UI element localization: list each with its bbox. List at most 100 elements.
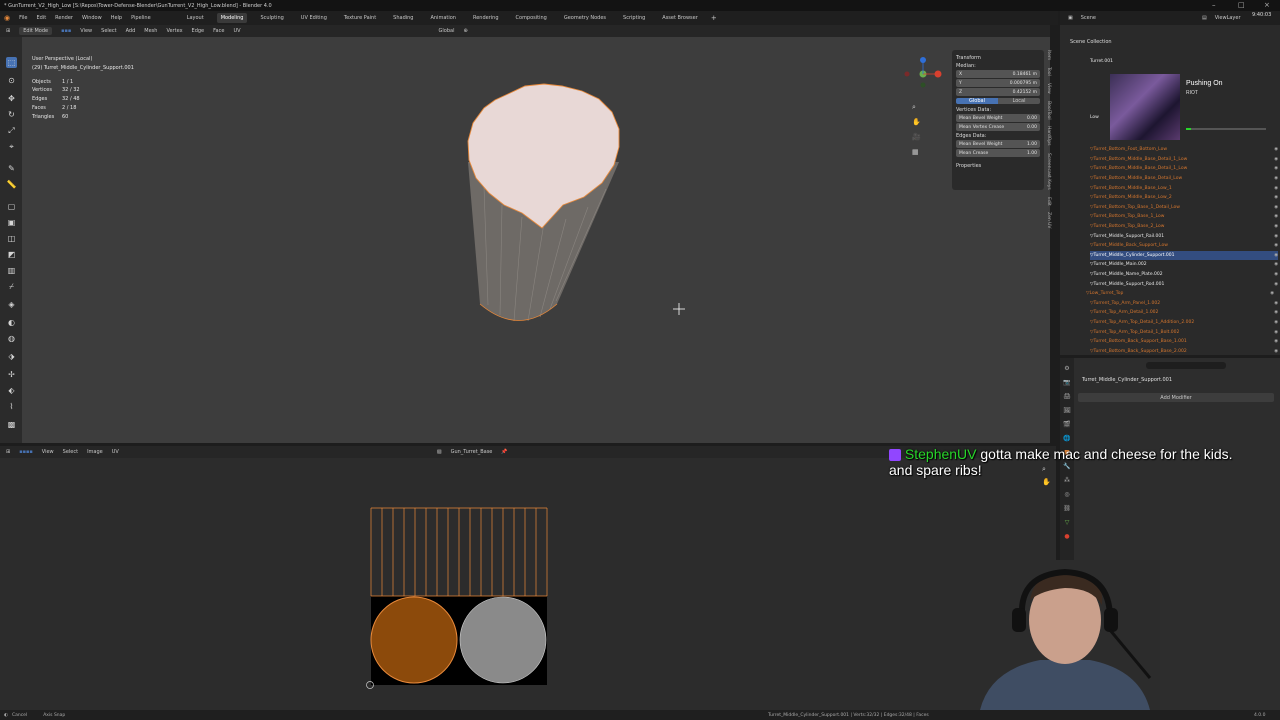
outliner-row[interactable]: ▽ Turrent_Top_Arm_Panel_1.002 ◉ [1090,299,1278,309]
viewport-canvas[interactable] [22,37,1050,443]
mean-crease-field[interactable]: Mean Crease 1.00 [956,149,1040,157]
uv-editor-canvas[interactable]: ⌕ ✋ [0,458,1056,710]
tab-hardops[interactable]: HardOps [1046,126,1051,146]
uv-strip-edges[interactable] [370,507,548,597]
menu-vertex[interactable]: Vertex [166,28,182,34]
poly-build-tool-icon[interactable]: ◈ [6,299,17,310]
material-props-icon[interactable]: ● [1060,530,1074,544]
pan-hand-icon[interactable]: ✋ [912,115,921,130]
tab-item[interactable]: Item [1046,50,1051,60]
visibility-eye-icon[interactable]: ◉ [1274,157,1278,162]
select-tool-icon[interactable]: ⬚ [6,57,17,68]
physics-props-icon[interactable]: ◎ [1060,488,1074,502]
pin-icon[interactable]: 📌 [501,449,507,455]
tab-booltool[interactable]: BoolTool [1046,101,1051,120]
edge-slide-tool-icon[interactable]: ⬗ [6,351,17,362]
menu-file[interactable]: File [19,15,27,21]
select-mode-icons[interactable]: ▪▪▪ [61,28,71,34]
measure-tool-icon[interactable]: 📏 [6,179,17,190]
menu-mesh[interactable]: Mesh [144,28,157,34]
visibility-eye-icon[interactable]: ◉ [1274,214,1278,219]
visibility-eye-icon[interactable]: ◉ [1274,310,1278,315]
scene-name[interactable]: Scene [1081,15,1096,21]
outliner-row[interactable]: ▽ Turret_Bottom_Top_Base_1_Low ◉ [1090,212,1278,222]
menu-select[interactable]: Select [101,28,116,34]
outliner-row[interactable]: ▽ Turret_Bottom_Back_Support_Base_1.001 ◉ [1090,337,1278,347]
tab-shading[interactable]: Shading [389,13,417,23]
menu-uv[interactable]: UV [233,28,240,34]
tab-uv-editing[interactable]: UV Editing [297,13,331,23]
tab-compositing[interactable]: Compositing [512,13,551,23]
menu-view[interactable]: View [80,28,92,34]
transform-tool-icon[interactable]: ⌖ [6,141,17,152]
visibility-eye-icon[interactable]: ◉ [1274,282,1278,287]
image-tool-icon[interactable]: ▩ [6,419,17,430]
outliner-row[interactable]: ▽ Turret_Bottom_Top_Base_2_Low ◉ [1090,222,1278,232]
outliner-turret-item[interactable]: Turret.001 [1090,59,1113,64]
tab-geometry-nodes[interactable]: Geometry Nodes [560,13,610,23]
tab-asset-browser[interactable]: Asset Browser [658,13,702,23]
image-name[interactable]: Gun_Turret_Base [451,449,493,455]
camera-icon[interactable]: 🎥 [912,130,921,145]
rotate-tool-icon[interactable]: ↻ [6,109,17,120]
outliner-row[interactable]: ▽ Turret_Bottom_Middle_Base_Low_1 ◉ [1090,183,1278,193]
knife-tool-icon[interactable]: ⌿ [6,281,17,292]
bevel-tool-icon[interactable]: ◩ [6,249,17,260]
uv-menu-view[interactable]: View [42,449,54,455]
visibility-eye-icon[interactable]: ◉ [1274,243,1278,248]
outliner-row[interactable]: ▽ Turret_Bottom_Middle_Base_Low_2 ◉ [1090,193,1278,203]
outliner-row[interactable]: ▽ Turret_Middle_Support_Rod.001 ◉ [1090,279,1278,289]
smooth-tool-icon[interactable]: ◍ [6,333,17,344]
add-cube-tool-icon[interactable]: ▢ [6,201,17,212]
visibility-eye-icon[interactable]: ◉ [1274,320,1278,325]
uv-menu-image[interactable]: Image [87,449,103,455]
mean-vertex-crease-field[interactable]: Mean Vertex Crease 0.00 [956,123,1040,131]
transform-title[interactable]: Transform [956,55,1040,61]
visibility-eye-icon[interactable]: ◉ [1274,176,1278,181]
navigation-gizmo[interactable] [904,57,942,88]
tab-view[interactable]: View [1046,83,1051,94]
visibility-eye-icon[interactable]: ◉ [1274,186,1278,191]
constraints-props-icon[interactable]: ⛓ [1060,502,1074,516]
move-tool-icon[interactable]: ✥ [6,93,17,104]
view-layer-props-icon[interactable]: 🖼 [1060,404,1074,418]
outliner-row[interactable]: ▽ Turret_Bottom_Middle_Base_Detail_Low ◉ [1090,174,1278,184]
uv-menu-select[interactable]: Select [63,449,78,455]
zoom-icon[interactable]: ⌕ [912,100,921,115]
minimize-icon[interactable]: – [1212,1,1216,9]
3d-viewport[interactable]: ⌕ ✋ 🎥 ▦ [22,37,1050,443]
visibility-eye-icon[interactable]: ◉ [1274,234,1278,239]
outliner-row[interactable]: ▽ Turret_Bottom_Back_Support_Base_2.002 ◉ [1090,347,1278,357]
mean-bevel-weight-field[interactable]: Mean Bevel Weight 0.00 [956,114,1040,122]
spin-tool-icon[interactable]: ◐ [6,317,17,328]
outliner-row[interactable]: ▽ Low_Turret_Top ◉ [1086,289,1274,299]
visibility-eye-icon[interactable]: ◉ [1274,224,1278,229]
outliner-low-collection[interactable]: Low [1090,115,1099,120]
median-y-field[interactable]: Y 0.000795 m [956,79,1040,87]
menu-window[interactable]: Window [82,15,102,21]
tab-layout[interactable]: Layout [183,13,208,23]
blender-logo-icon[interactable]: ◉ [4,14,10,22]
annotate-tool-icon[interactable]: ✎ [6,163,17,174]
orientation-dropdown[interactable]: Global [439,28,455,34]
outliner-row[interactable]: ▽ Turret_Bottom_Foot_Bottom_Low ◉ [1090,145,1278,155]
loop-cut-tool-icon[interactable]: ▥ [6,265,17,276]
tab-modeling[interactable]: Modeling [216,13,248,23]
edge-bevel-weight-field[interactable]: Mean Bevel Weight 1.00 [956,140,1040,148]
outliner-row[interactable]: ▽ Turret_Bottom_Top_Base_1_Detail_Low ◉ [1090,203,1278,213]
editor-type-icon[interactable]: ⊞ [6,28,10,34]
outliner-row[interactable]: ▽ Turret_Middle_Support_Rail.001 ◉ [1090,231,1278,241]
scene-props-icon[interactable]: 🎬 [1060,418,1074,432]
tab-edit[interactable]: Edit [1046,197,1051,206]
uv-select-mode-icons[interactable]: ▪▪▪▪ [19,449,33,455]
ortho-grid-icon[interactable]: ▦ [912,145,921,160]
uv-editor-type-icon[interactable]: ⊞ [6,449,10,455]
uv-menu-uv[interactable]: UV [112,449,119,455]
scene-collection-label[interactable]: Scene Collection [1070,39,1112,45]
menu-help[interactable]: Help [111,15,122,21]
visibility-eye-icon[interactable]: ◉ [1274,301,1278,306]
properties-subpanel[interactable]: Properties [956,163,1040,169]
visibility-eye-icon[interactable]: ◉ [1274,272,1278,277]
outliner-row[interactable]: ▽ Turret_Top_Arm_Top_Detail_1_Addition_2… [1090,318,1278,328]
close-icon[interactable]: × [1264,1,1270,9]
